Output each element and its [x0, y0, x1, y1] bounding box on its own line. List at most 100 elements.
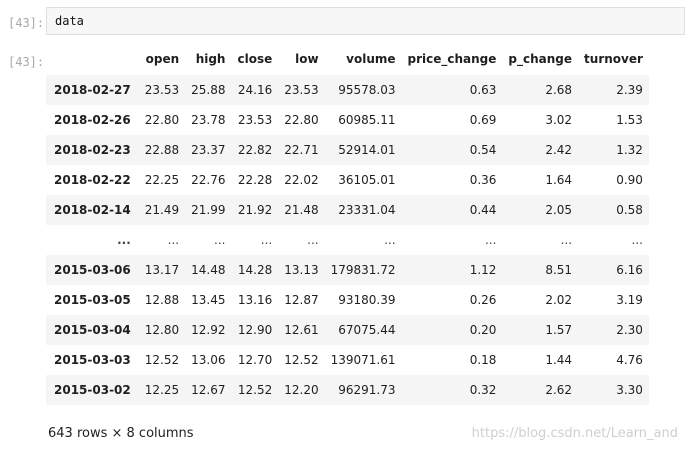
- code-text: data: [55, 14, 84, 28]
- table-cell: 0.36: [469, 173, 497, 187]
- table-cell: 1.12: [469, 263, 497, 277]
- table-cell: 13.16: [237, 293, 273, 307]
- table-cell: 8.51: [545, 263, 573, 277]
- table-cell: 23.53: [237, 113, 273, 127]
- table-cell: 6.16: [616, 263, 643, 277]
- table-cell: 12.52: [144, 353, 180, 367]
- table-cell: 2.05: [545, 203, 573, 217]
- table-cell: 4.76: [616, 353, 643, 367]
- table-cell: 13.13: [284, 263, 319, 277]
- row-index: ...: [117, 233, 131, 247]
- watermark: https://blog.csdn.net/Learn_and: [471, 426, 678, 441]
- table-cell: 0.44: [469, 203, 497, 217]
- column-header: volume: [346, 52, 396, 66]
- table-cell: 25.88: [191, 83, 226, 97]
- table-cell: 0.58: [616, 203, 643, 217]
- table-cell: 52914.01: [338, 143, 396, 157]
- row-index: 2015-03-06: [54, 263, 131, 277]
- table-cell: 13.45: [191, 293, 226, 307]
- table-cell: 23.78: [191, 113, 226, 127]
- table-cell: 2.68: [545, 83, 573, 97]
- table-cell: 12.88: [144, 293, 180, 307]
- table-row: 2018-02-14 21.49 21.99 21.92 21.48 23331…: [46, 195, 649, 225]
- table-cell: 12.61: [284, 323, 319, 337]
- table-row: 2018-02-23 22.88 23.37 22.82 22.71 52914…: [46, 135, 649, 165]
- column-header: high: [195, 52, 226, 66]
- table-cell: 12.20: [284, 383, 319, 397]
- table-cell: 96291.73: [338, 383, 396, 397]
- table-cell: 3.19: [616, 293, 643, 307]
- table-cell: ...: [307, 233, 319, 247]
- row-index: 2018-02-27: [54, 83, 131, 97]
- table-cell: 21.99: [191, 203, 226, 217]
- table-cell: 0.90: [616, 173, 643, 187]
- table-cell: 179831.72: [330, 263, 396, 277]
- table-cell: 1.32: [616, 143, 643, 157]
- row-index: 2018-02-26: [54, 113, 131, 127]
- table-cell: 3.30: [616, 383, 643, 397]
- row-index: 2018-02-14: [54, 203, 131, 217]
- column-header: p_change: [508, 52, 573, 66]
- table-cell: 36105.01: [338, 173, 396, 187]
- table-cell: ...: [167, 233, 180, 247]
- table-cell: 13.06: [191, 353, 226, 367]
- table-cell: 1.64: [545, 173, 573, 187]
- table-cell: 0.63: [469, 83, 497, 97]
- table-cell: ...: [484, 233, 497, 247]
- table-cell: 12.67: [191, 383, 226, 397]
- table-cell: 22.80: [144, 113, 180, 127]
- row-index: 2015-03-04: [54, 323, 131, 337]
- table-cell: 22.80: [284, 113, 319, 127]
- table-cell: 67075.44: [338, 323, 396, 337]
- table-cell: 23331.04: [338, 203, 396, 217]
- table-cell: 24.16: [237, 83, 273, 97]
- table-cell: 14.48: [191, 263, 226, 277]
- table-cell: 12.70: [237, 353, 273, 367]
- table-cell: 12.52: [237, 383, 273, 397]
- dataframe-output: open high close low volume price_change …: [46, 44, 649, 405]
- table-cell: 0.20: [469, 323, 497, 337]
- column-header: turnover: [584, 52, 643, 66]
- column-header: close: [237, 52, 273, 66]
- table-row: 2015-03-02 12.25 12.67 12.52 12.20 96291…: [46, 375, 649, 405]
- input-prompt: [43]:: [8, 16, 45, 30]
- table-cell: 1.57: [545, 323, 573, 337]
- row-index: 2015-03-05: [54, 293, 131, 307]
- table-cell: 2.62: [545, 383, 573, 397]
- table-cell: 1.44: [545, 353, 573, 367]
- code-input-cell[interactable]: data: [46, 7, 685, 35]
- table-cell: 22.71: [284, 143, 319, 157]
- column-header: open: [145, 52, 180, 66]
- table-cell: 1.53: [616, 113, 643, 127]
- table-cell: 22.88: [144, 143, 180, 157]
- table-cell: 21.92: [237, 203, 273, 217]
- table-cell: 12.90: [237, 323, 273, 337]
- table-cell: 22.28: [237, 173, 273, 187]
- table-cell: 22.82: [237, 143, 273, 157]
- table-cell: ...: [560, 233, 573, 247]
- table-cell: 0.32: [469, 383, 497, 397]
- header-row: open high close low volume price_change …: [46, 44, 649, 75]
- table-cell: 23.53: [144, 83, 180, 97]
- table-cell: 23.53: [284, 83, 319, 97]
- column-header: low: [295, 52, 319, 66]
- table-cell: 12.92: [191, 323, 226, 337]
- table-cell: 2.30: [616, 323, 643, 337]
- table-cell: 21.48: [284, 203, 319, 217]
- table-row: 2018-02-22 22.25 22.76 22.28 22.02 36105…: [46, 165, 649, 195]
- table-cell: 13.17: [144, 263, 180, 277]
- ellipsis-row: ... ... ... ... ... ... ... ... ...: [46, 225, 649, 255]
- row-index: 2018-02-23: [54, 143, 131, 157]
- table-row: 2015-03-05 12.88 13.45 13.16 12.87 93180…: [46, 285, 649, 315]
- table-cell: 0.18: [469, 353, 497, 367]
- table-cell: 23.37: [191, 143, 226, 157]
- table-cell: 3.02: [545, 113, 573, 127]
- table-cell: ...: [214, 233, 226, 247]
- table-cell: 12.87: [284, 293, 319, 307]
- row-count-summary: 643 rows × 8 columns: [48, 426, 194, 441]
- table-row: 2015-03-04 12.80 12.92 12.90 12.61 67075…: [46, 315, 649, 345]
- table-cell: ...: [631, 233, 643, 247]
- row-index: 2015-03-03: [54, 353, 131, 367]
- table-cell: 60985.11: [338, 113, 396, 127]
- table-cell: 2.42: [545, 143, 573, 157]
